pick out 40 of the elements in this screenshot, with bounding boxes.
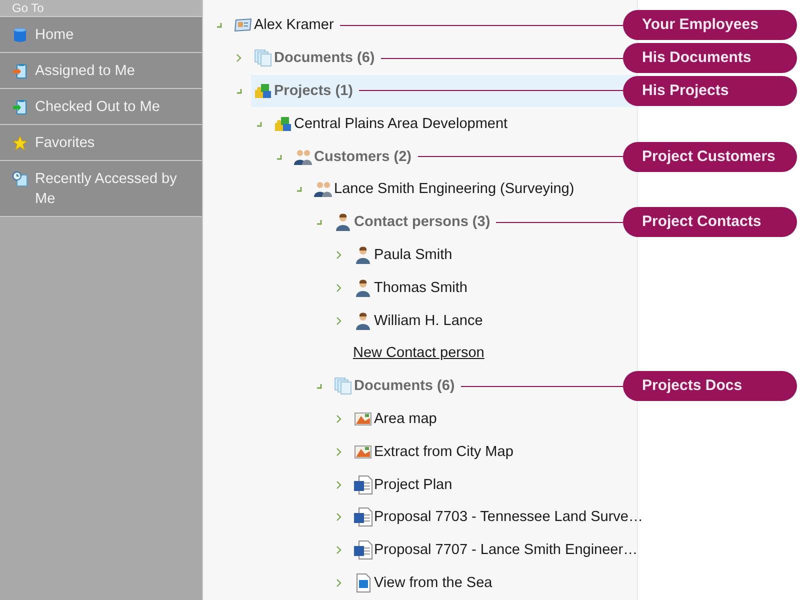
tree-node[interactable]: William H. Lance <box>353 304 623 337</box>
person-icon <box>353 310 373 331</box>
word-document-icon <box>353 474 373 495</box>
documents-icon <box>333 376 353 396</box>
people-icon <box>313 179 333 200</box>
checked-out-document-icon <box>12 99 28 115</box>
documents-icon <box>253 48 273 68</box>
callout-label: Projects Docs <box>623 371 797 402</box>
database-icon <box>12 27 28 43</box>
callout-label: Project Contacts <box>623 207 797 238</box>
tree-node[interactable]: Contact persons (3) <box>333 206 623 239</box>
tree-node[interactable]: Projects (1) <box>251 74 637 108</box>
tree-node[interactable]: Alex Kramer <box>233 9 623 42</box>
tree-node[interactable]: Thomas Smith <box>353 271 623 304</box>
tree-node[interactable]: Documents (6) <box>253 42 623 75</box>
new-contact-link[interactable]: New Contact person <box>353 345 484 362</box>
tree-node[interactable]: Proposal 7707 - Lance Smith Engineer… <box>353 534 638 567</box>
tree-node[interactable]: Lance Smith Engineering (Surveying) <box>313 172 623 206</box>
tree-node[interactable]: Extract from City Map <box>353 435 623 468</box>
callout-label: His Projects <box>623 76 797 106</box>
tree-node[interactable]: Central Plains Area Development <box>273 107 623 140</box>
callout-label: Project Customers <box>623 142 797 172</box>
word-document-icon <box>353 507 373 528</box>
clock-document-icon <box>12 171 28 187</box>
word-document-icon <box>353 540 373 560</box>
tree-node[interactable]: Customers (2) <box>293 140 623 173</box>
person-icon <box>333 212 353 232</box>
sidebar-header: Go To <box>0 0 202 17</box>
tree-node[interactable]: Project Plan <box>353 468 623 501</box>
tree-node[interactable]: Paula Smith <box>353 238 623 272</box>
callout-label: His Documents <box>623 43 797 74</box>
tree-node[interactable]: Area map <box>353 402 623 436</box>
assigned-document-icon <box>12 63 28 79</box>
tree-node[interactable]: View from the Sea <box>353 566 623 600</box>
person-icon <box>353 278 373 298</box>
star-icon <box>12 135 28 151</box>
callout-label: Your Employees <box>623 10 797 40</box>
person-icon <box>353 244 373 265</box>
tree-node[interactable]: Documents (6) <box>333 370 623 403</box>
tree-node[interactable]: Proposal 7703 - Tennessee Land Surve… <box>353 500 643 534</box>
